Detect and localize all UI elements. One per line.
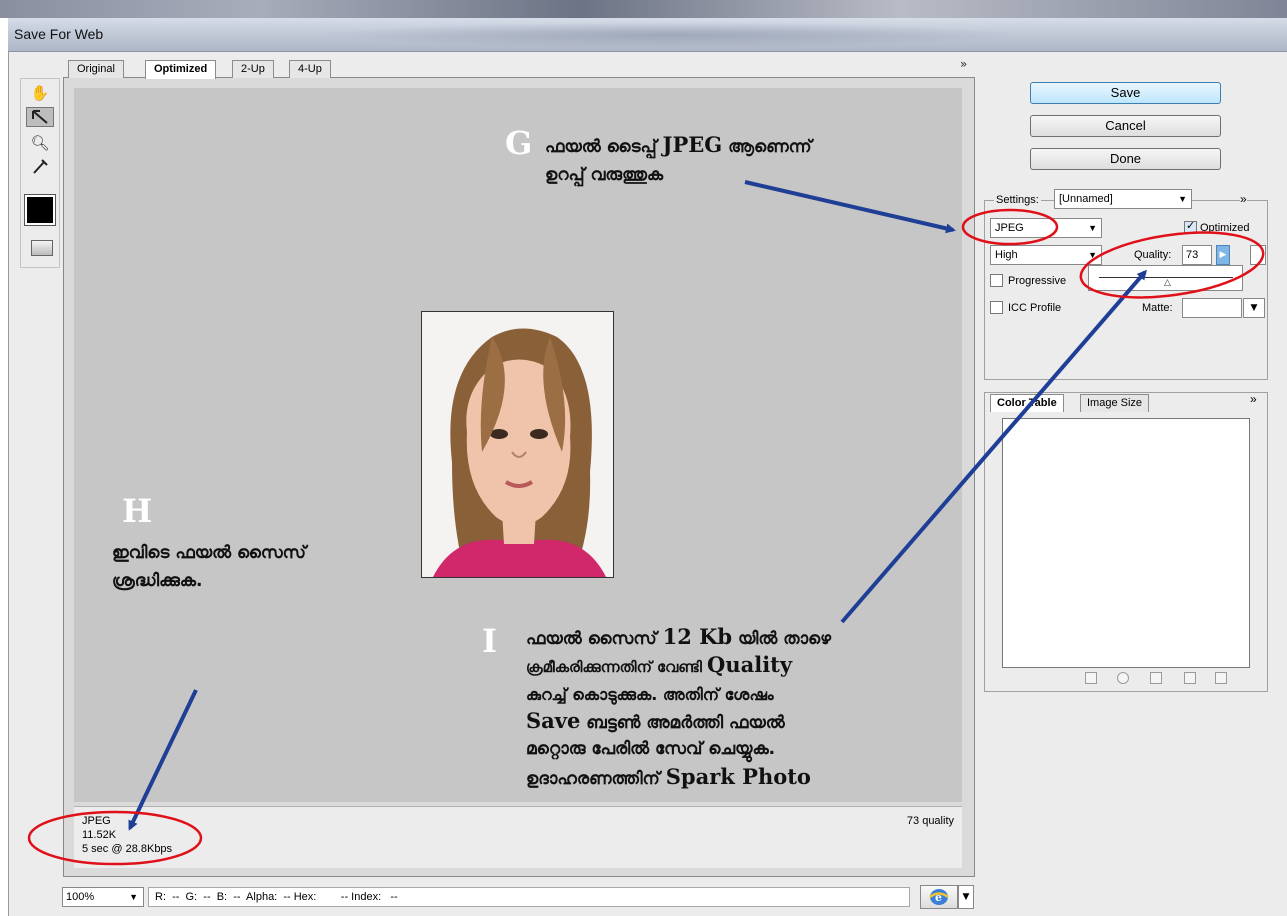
tab-original[interactable]: Original xyxy=(68,60,124,78)
icc-profile-checkbox[interactable] xyxy=(990,301,1003,314)
quality-slider-toggle-icon[interactable]: ▶ xyxy=(1216,245,1230,265)
toggle-slices-icon[interactable] xyxy=(31,240,53,256)
quality-input[interactable]: 73 xyxy=(1182,245,1212,265)
info-format: JPEG xyxy=(82,815,111,827)
annotation-i-l6a: ഉദാഹരണത്തിന് xyxy=(526,769,666,789)
annotation-i-l1c: യിൽ താഴെ xyxy=(732,629,832,649)
annotation-i-line5: മറ്റൊരു പേരിൽ സേവ് ചെയ്യുക. xyxy=(526,739,776,759)
info-download-time: 5 sec @ 28.8Kbps xyxy=(82,843,173,855)
eyedropper-icon[interactable] xyxy=(26,157,54,177)
tabs-more-icon[interactable]: » xyxy=(960,57,967,71)
title-bar-reflection xyxy=(320,22,1020,48)
settings-preset-select[interactable]: [Unnamed] ▼ xyxy=(1054,189,1192,209)
chevron-down-icon: ▼ xyxy=(1178,194,1187,204)
annotation-i-line3: കുറച്ച് കൊടുക്കുക. അതിന് ശേഷം xyxy=(526,685,774,704)
progressive-checkbox[interactable] xyxy=(990,274,1003,287)
new-color-icon[interactable] xyxy=(1184,672,1196,684)
annotation-i-letter: I xyxy=(482,622,497,660)
tab-color-table[interactable]: Color Table xyxy=(990,394,1064,412)
matte-select[interactable] xyxy=(1182,298,1242,318)
optimization-info-bar: JPEG 11.52K 5 sec @ 28.8Kbps 73 quality xyxy=(74,806,962,868)
info-quality: 73 quality xyxy=(906,815,954,827)
quality-options-icon[interactable] xyxy=(1250,245,1266,265)
quality-slider-popup[interactable]: △ xyxy=(1088,265,1243,291)
tab-image-size[interactable]: Image Size xyxy=(1080,394,1150,412)
matte-dropdown-icon[interactable]: ▼ xyxy=(1243,298,1265,318)
annotation-i-spark-photo: Spark Photo xyxy=(665,764,811,789)
svg-text:e: e xyxy=(935,891,942,904)
annotation-i-quality: Quality xyxy=(707,652,793,677)
annotation-g-line1-a: ഫയൽ ടൈപ്പ് xyxy=(545,137,663,157)
annotation-h-line1: ഇവിടെ ഫയൽ സൈസ് xyxy=(112,543,307,563)
settings-label: Settings: xyxy=(994,194,1041,206)
chevron-down-icon: ▼ xyxy=(1088,250,1097,260)
preview-photo xyxy=(421,311,614,578)
color-table-area[interactable] xyxy=(1002,418,1250,668)
trash-icon[interactable] xyxy=(1215,672,1227,684)
chevron-down-icon: ▼ xyxy=(129,892,138,902)
zoom-level-value: 100% xyxy=(66,891,95,903)
file-format-select[interactable]: JPEG ▼ xyxy=(990,218,1102,238)
pixel-color-readout: R: -- G: -- B: -- Alpha: -- Hex: -- Inde… xyxy=(148,887,910,907)
optimized-checkbox[interactable]: ✓ xyxy=(1184,219,1197,234)
slice-select-icon[interactable] xyxy=(26,107,54,127)
annotation-i-l2a: ക്രമീകരിക്കുന്നതിന് വേണ്ടി xyxy=(526,658,708,676)
save-button[interactable]: Save xyxy=(1030,82,1221,104)
matte-label: Matte: xyxy=(1142,302,1173,314)
annotation-h-line2: ശ്രദ്ധിക്കുക. xyxy=(112,571,203,591)
preview-in-browser-button[interactable]: e xyxy=(920,885,958,909)
zoom-level-select[interactable]: 100% ▼ xyxy=(62,887,144,907)
progressive-label: Progressive xyxy=(1008,275,1067,287)
tab-4-up[interactable]: 4-Up xyxy=(289,60,331,78)
background-desktop-strip xyxy=(0,0,1287,18)
web-shift-icon[interactable] xyxy=(1117,672,1129,684)
quality-preset-select[interactable]: High ▼ xyxy=(990,245,1102,265)
annotation-i-line2: ക്രമീകരിക്കുന്നതിന് വേണ്ടി Quality xyxy=(526,652,956,680)
quality-preset-value: High xyxy=(995,249,1018,261)
hand-icon[interactable]: ✋ xyxy=(26,83,54,103)
annotation-i-12kb: 12 Kb xyxy=(662,624,733,649)
window-title: Save For Web xyxy=(14,26,104,42)
settings-more-icon[interactable]: » xyxy=(1240,192,1247,206)
annotation-i-line1: ഫയൽ സൈസ് 12 Kb യിൽ താഴെ xyxy=(526,624,956,652)
done-button[interactable]: Done xyxy=(1030,148,1221,170)
settings-preset-value: [Unnamed] xyxy=(1059,193,1113,205)
panel-more-icon[interactable]: » xyxy=(1250,392,1257,406)
checkmark-icon: ✓ xyxy=(1186,219,1196,232)
icc-profile-label: ICC Profile xyxy=(1008,302,1062,314)
annotation-i-line6: ഉദാഹരണത്തിന് Spark Photo xyxy=(526,764,956,792)
cancel-button[interactable]: Cancel xyxy=(1030,115,1221,137)
annotation-g-line1-c: ആണെന്ന് xyxy=(722,137,812,157)
quality-label: Quality: xyxy=(1134,249,1172,261)
lock-color-icon[interactable] xyxy=(1150,672,1162,684)
annotation-i-save: Save xyxy=(526,708,581,733)
annotation-h-letter: H xyxy=(122,492,153,530)
color-swatch[interactable] xyxy=(24,194,56,226)
optimized-label: Optimized xyxy=(1200,222,1250,234)
annotation-g-letter: G xyxy=(505,124,533,162)
annotation-g-line1: ഫയൽ ടൈപ്പ് JPEG ആണെന്ന് xyxy=(545,132,812,160)
annotation-g-line2: ഉറപ്പ് വരുത്തുക xyxy=(545,165,664,185)
annotation-i-l1a: ഫയൽ സൈസ് xyxy=(526,629,663,649)
chevron-down-icon: ▼ xyxy=(1088,223,1097,233)
file-format-value: JPEG xyxy=(995,222,1024,234)
tab-optimized[interactable]: Optimized xyxy=(145,60,217,79)
annotation-i-l4b: ബട്ടൺ അമർത്തി ഫയൽ xyxy=(580,713,785,733)
quality-slider-thumb-icon[interactable]: △ xyxy=(1164,278,1171,288)
map-to-transparent-icon[interactable] xyxy=(1085,672,1097,684)
annotation-g-jpeg: JPEG xyxy=(662,132,723,157)
browser-dropdown-icon[interactable]: ▼ xyxy=(958,885,974,909)
info-file-size: 11.52K xyxy=(82,829,117,841)
zoom-icon[interactable]: 🔍︎ xyxy=(26,133,54,153)
tab-2-up[interactable]: 2-Up xyxy=(232,60,274,78)
annotation-i-line4: Save ബട്ടൺ അമർത്തി ഫയൽ xyxy=(526,708,956,736)
